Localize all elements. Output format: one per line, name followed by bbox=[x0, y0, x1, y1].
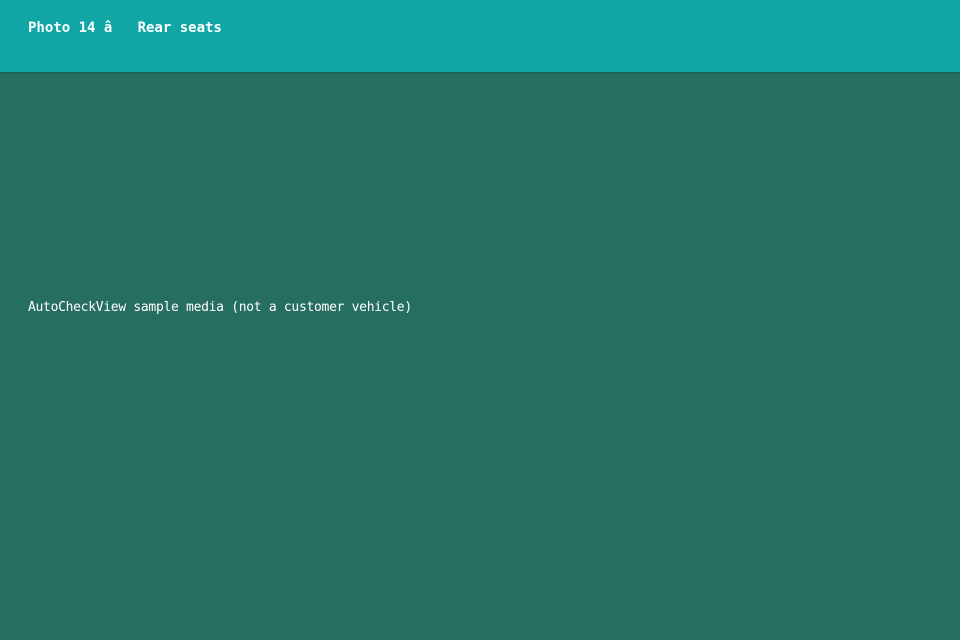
photo-title: Photo 14 â Rear seats bbox=[28, 20, 222, 36]
media-caption: AutoCheckView sample media (not a custom… bbox=[28, 300, 412, 315]
photo-media-area: AutoCheckView sample media (not a custom… bbox=[0, 74, 960, 640]
photo-viewer: Photo 14 â Rear seats AutoCheckView samp… bbox=[0, 0, 960, 640]
photo-header-bar: Photo 14 â Rear seats bbox=[0, 0, 960, 72]
